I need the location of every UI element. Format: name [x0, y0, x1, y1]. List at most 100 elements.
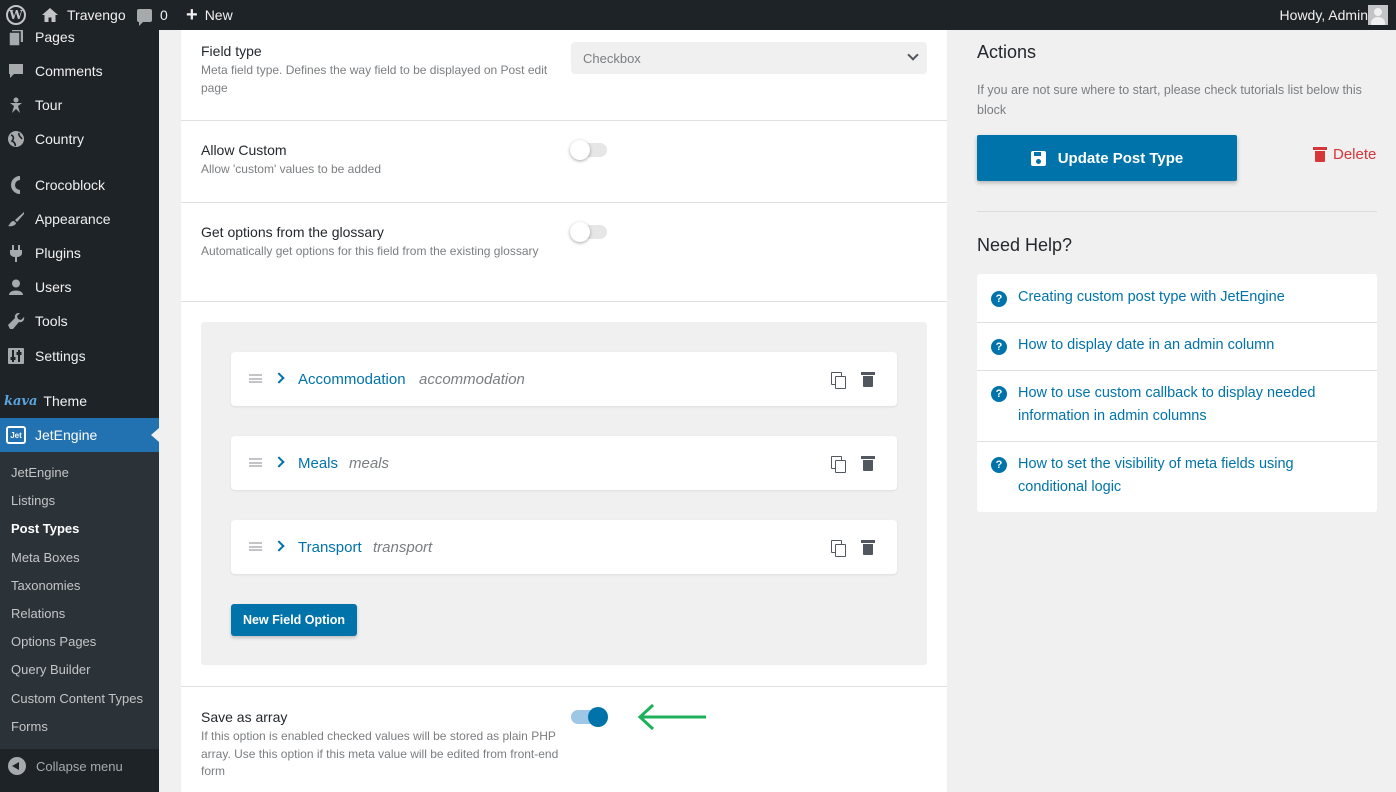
sidebar-item-label: Users — [35, 279, 72, 295]
field-option-transport[interactable]: Transport transport — [231, 520, 897, 574]
trash-icon[interactable] — [861, 456, 875, 471]
chevron-right-icon[interactable] — [273, 540, 285, 552]
field-type-value: Checkbox — [583, 50, 641, 66]
sidebar-item-label: Country — [35, 131, 85, 147]
help-link[interactable]: How to use custom callback to display ne… — [1018, 382, 1358, 428]
copy-icon[interactable] — [831, 372, 846, 389]
help-link-item[interactable]: ? How to display date in an admin column — [977, 323, 1377, 371]
actions-hint: If you are not sure where to start, plea… — [977, 83, 1362, 117]
drag-handle-icon[interactable] — [249, 374, 262, 383]
sidebar-item-label: Settings — [35, 348, 86, 364]
comment-bubble-icon — [137, 8, 152, 26]
sidebar-item-country[interactable]: Country — [0, 122, 159, 156]
chevron-down-icon — [907, 49, 919, 61]
submenu-item-options-pages[interactable]: Options Pages — [11, 634, 96, 649]
sidebar-item-label: JetEngine — [35, 427, 98, 443]
submenu-item-post-types[interactable]: Post Types — [11, 521, 79, 536]
jetengine-icon: Jet — [6, 425, 26, 445]
field-type-select[interactable]: Checkbox — [571, 42, 927, 74]
option-label: Transport — [298, 539, 362, 556]
help-link[interactable]: How to set the visibility of meta fields… — [1018, 453, 1358, 499]
save-as-array-toggle[interactable] — [571, 707, 608, 727]
submenu-item-taxonomies[interactable]: Taxonomies — [11, 578, 80, 593]
glossary-toggle[interactable] — [570, 222, 607, 242]
sidebar-item-comments[interactable]: Comments — [0, 54, 159, 88]
collapse-menu-button[interactable]: Collapse menu — [0, 749, 159, 783]
help-link-item[interactable]: ? Creating custom post type with JetEngi… — [977, 274, 1377, 323]
need-help-title: Need Help? — [977, 235, 1073, 255]
chevron-right-icon[interactable] — [273, 456, 285, 468]
new-field-option-button[interactable]: New Field Option — [231, 604, 357, 636]
comments-link[interactable]: 0 — [137, 0, 168, 30]
sidebar-item-users[interactable]: Users — [0, 270, 159, 304]
sidebar-item-tour[interactable]: Tour — [0, 88, 159, 122]
sidebar-item-label: Tour — [35, 97, 63, 113]
sidebar-item-crocoblock[interactable]: Crocoblock — [0, 168, 159, 202]
sidebar-item-jetengine[interactable]: Jet JetEngine — [0, 418, 159, 452]
sidebar-item-plugins[interactable]: Plugins — [0, 236, 159, 270]
submenu-item-jetengine[interactable]: JetEngine — [11, 465, 69, 480]
option-label: Accommodation — [298, 371, 406, 388]
trash-icon[interactable] — [861, 540, 875, 555]
field-options-list: Accommodation accommodation Meals meals … — [201, 322, 927, 665]
sidebar-item-theme[interactable]: kava Theme — [0, 384, 159, 418]
glossary-description: Automatically get options for this field… — [201, 244, 539, 258]
submenu-item-meta-boxes[interactable]: Meta Boxes — [11, 550, 80, 565]
option-value: accommodation — [419, 371, 525, 388]
submenu-item-forms[interactable]: Forms — [11, 719, 48, 734]
kava-logo: kava — [4, 393, 38, 409]
avatar — [1368, 5, 1388, 25]
pages-icon — [6, 30, 26, 47]
green-arrow-icon — [637, 703, 706, 731]
question-icon: ? — [991, 339, 1007, 355]
sidebar-item-pages[interactable]: Pages — [0, 30, 159, 54]
chevron-right-icon[interactable] — [273, 372, 285, 384]
submenu-item-query-builder[interactable]: Query Builder — [11, 662, 90, 677]
drag-handle-icon[interactable] — [249, 458, 262, 467]
toggle-knob — [588, 707, 608, 727]
collapse-arrow-icon — [8, 757, 26, 775]
copy-icon[interactable] — [831, 540, 846, 557]
sidebar-item-settings[interactable]: Settings — [0, 339, 159, 373]
sidebar-item-appearance[interactable]: Appearance — [0, 202, 159, 236]
question-icon: ? — [991, 457, 1007, 473]
wordpress-logo-icon[interactable]: W — [6, 0, 28, 30]
help-link[interactable]: How to display date in an admin column — [1018, 334, 1358, 357]
admin-bar: W Travengo 0 + New Howdy, Admin — [0, 0, 1396, 30]
glossary-label: Get options from the glossary — [201, 224, 384, 240]
submenu-item-listings[interactable]: Listings — [11, 493, 55, 508]
field-type-label: Field type — [201, 43, 262, 59]
help-link-item[interactable]: ? How to set the visibility of meta fiel… — [977, 442, 1377, 512]
help-links: ? Creating custom post type with JetEngi… — [977, 274, 1377, 512]
allow-custom-row: Allow Custom Allow 'custom' values to be… — [181, 121, 947, 203]
sidebar-item-label: Crocoblock — [35, 177, 106, 193]
comments-icon — [6, 61, 26, 81]
meta-field-panel: Field type Meta field type. Defines the … — [181, 30, 947, 792]
home-icon — [42, 8, 58, 22]
allow-custom-toggle[interactable] — [570, 140, 607, 160]
account-menu[interactable]: Howdy, Admin — [1280, 0, 1396, 30]
submenu-item-relations[interactable]: Relations — [11, 606, 65, 621]
site-name-label: Travengo — [67, 7, 126, 23]
save-icon — [1030, 150, 1046, 166]
copy-icon[interactable] — [831, 456, 846, 473]
sidebar-item-label: Pages — [35, 30, 75, 45]
globe-icon — [6, 129, 26, 149]
trash-icon[interactable] — [861, 372, 875, 387]
update-post-type-button[interactable]: Update Post Type — [977, 135, 1237, 181]
help-link[interactable]: Creating custom post type with JetEngine — [1018, 286, 1358, 309]
delete-button[interactable]: Delete — [1313, 146, 1376, 163]
new-content-link[interactable]: + New — [186, 0, 233, 30]
question-icon: ? — [991, 386, 1007, 402]
field-option-accommodation[interactable]: Accommodation accommodation — [231, 352, 897, 406]
sidebar-item-label: Comments — [35, 63, 103, 79]
submenu-item-custom-content-types[interactable]: Custom Content Types — [11, 691, 143, 706]
pin-icon — [6, 95, 26, 115]
site-name-link[interactable]: Travengo — [42, 0, 126, 30]
toggle-knob — [570, 222, 590, 242]
sidebar-item-tools[interactable]: Tools — [0, 304, 159, 338]
help-link-item[interactable]: ? How to use custom callback to display … — [977, 371, 1377, 442]
option-label: Meals — [298, 455, 339, 472]
field-option-meals[interactable]: Meals meals — [231, 436, 897, 490]
drag-handle-icon[interactable] — [249, 542, 262, 551]
